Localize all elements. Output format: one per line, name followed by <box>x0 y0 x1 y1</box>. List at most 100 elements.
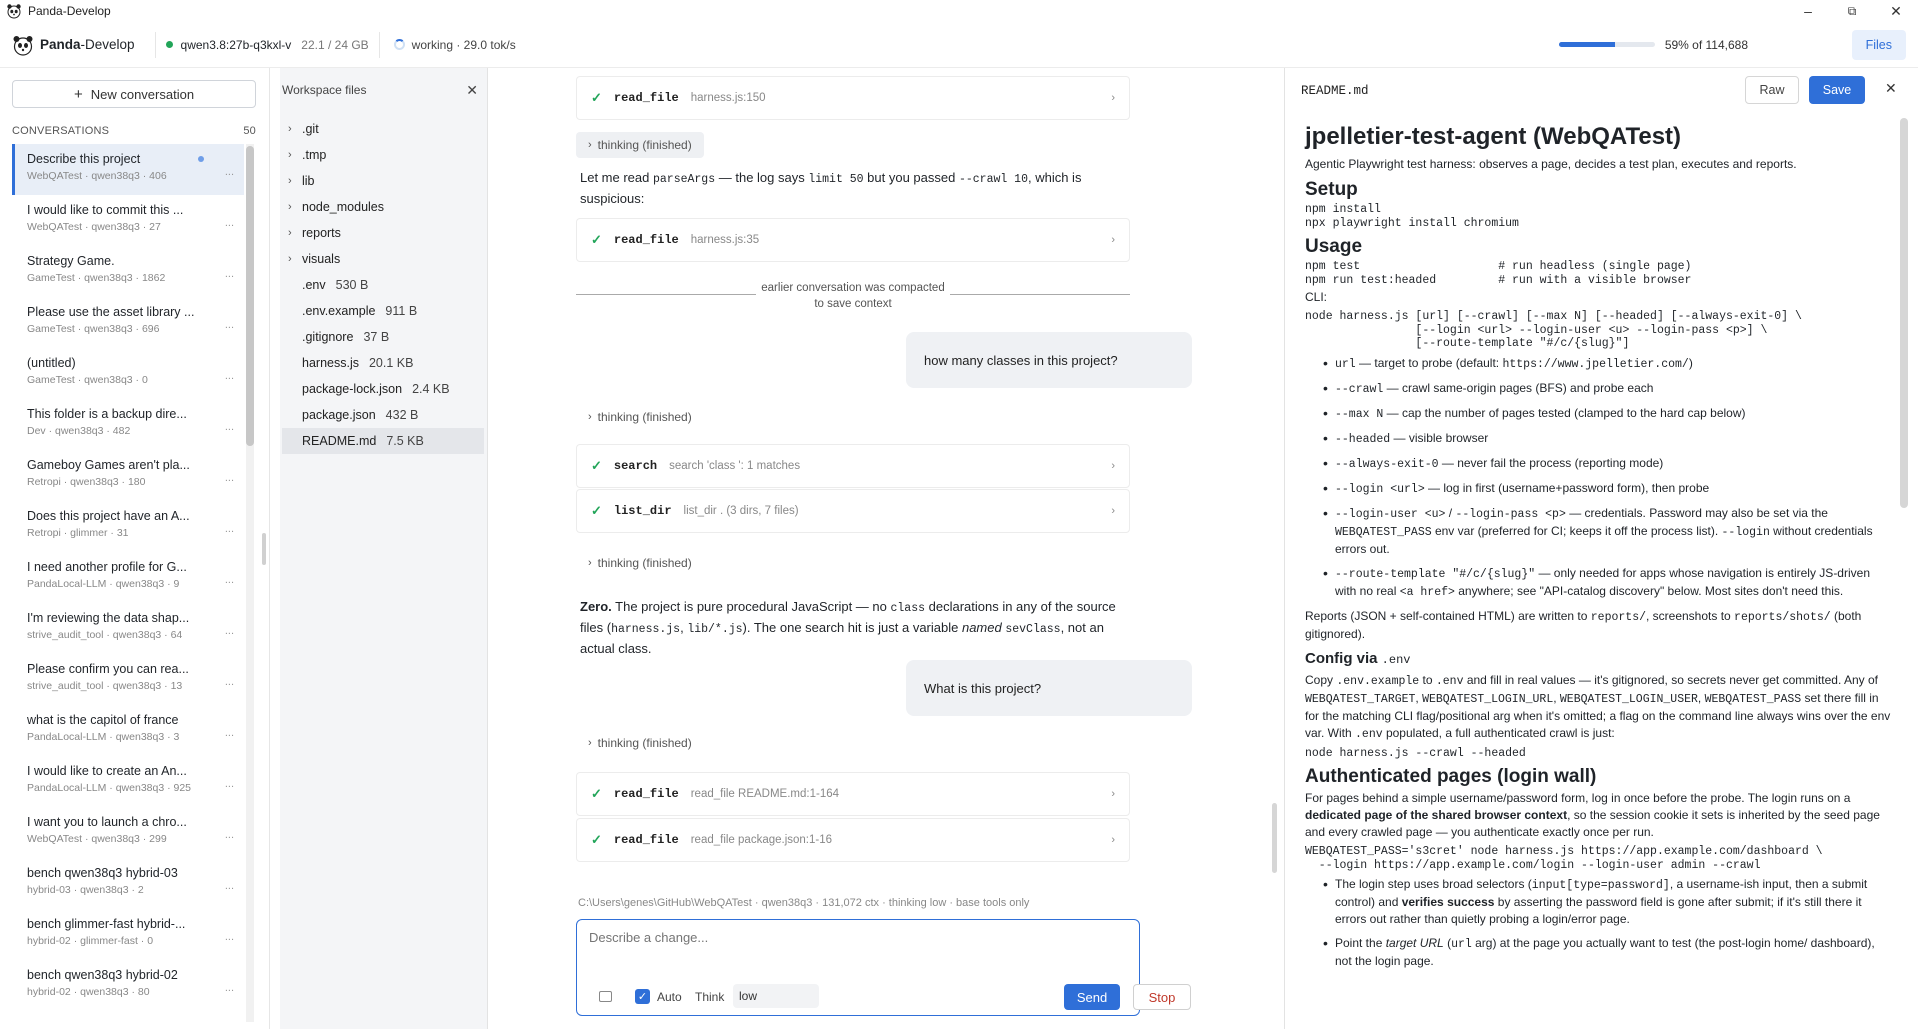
conversation-item[interactable]: bench glimmer-fast hybrid-... hybrid-02 ·… <box>12 909 244 960</box>
file-item[interactable]: harness.js 20.1 KB <box>282 350 484 376</box>
close-window-button[interactable]: ✕ <box>1874 0 1918 22</box>
file-size: 432 B <box>385 408 419 422</box>
tool-name: list_dir <box>613 504 672 518</box>
folder-name: lib <box>302 174 315 188</box>
conversation-meta: hybrid-03 · qwen38q3 · 2 <box>27 884 144 896</box>
thinking-toggle-2[interactable]: › thinking (finished) <box>576 404 704 430</box>
files-toggle-button[interactable]: Files <box>1851 30 1906 60</box>
file-item[interactable]: package.json 432 B <box>282 402 484 428</box>
list-item: --login-user <u> / --login-pass <p> — cr… <box>1323 505 1891 558</box>
conversation-item[interactable]: Please confirm you can rea... strive_audi… <box>12 654 244 705</box>
more-options-icon[interactable]: ... <box>225 931 234 943</box>
more-options-icon[interactable]: ... <box>225 523 234 535</box>
folder-item[interactable]: › .tmp <box>282 142 484 168</box>
chevron-right-icon: › <box>1111 460 1115 472</box>
more-options-icon[interactable]: ... <box>225 166 234 178</box>
conversation-item[interactable]: I'm reviewing the data shap... strive_aud… <box>12 603 244 654</box>
file-tree: › .git › .tmp › lib › node_modules › reports › visu… <box>282 116 484 454</box>
thinking-toggle-3[interactable]: › thinking (finished) <box>576 550 704 576</box>
thinking-toggle-4[interactable]: › thinking (finished) <box>576 730 704 756</box>
conversation-item[interactable]: I would like to create an An... PandaLoca… <box>12 756 244 807</box>
file-item[interactable]: .env 530 B <box>282 272 484 298</box>
more-options-icon[interactable]: ... <box>225 574 234 586</box>
conversation-title: bench glimmer-fast hybrid-... <box>27 917 186 931</box>
save-button[interactable]: Save <box>1809 76 1865 104</box>
folder-item[interactable]: › node_modules <box>282 194 484 220</box>
conversation-meta: WebQATest · qwen38q3 · 27 <box>27 221 161 233</box>
more-options-icon[interactable]: ... <box>225 319 234 331</box>
conversation-sidebar: + New conversation CONVERSATIONS 50 Desc… <box>0 68 270 1029</box>
tool-call-list-dir[interactable]: ✓ list_dir list_dir . (3 dirs, 7 files) … <box>576 489 1130 533</box>
conversation-item[interactable]: what is the capitol of france PandaLocal-… <box>12 705 244 756</box>
more-options-icon[interactable]: ... <box>225 982 234 994</box>
more-options-icon[interactable]: ... <box>225 421 234 433</box>
minimize-button[interactable]: – <box>1786 0 1830 22</box>
file-item[interactable]: README.md 7.5 KB <box>282 428 484 454</box>
conversation-item[interactable]: Please use the asset library ... GameTest… <box>12 297 244 348</box>
folder-item[interactable]: › .git <box>282 116 484 142</box>
raw-button[interactable]: Raw <box>1745 76 1799 104</box>
tool-call-read-file-1[interactable]: ✓ read_file harness.js:150 › <box>576 76 1130 120</box>
close-preview-icon[interactable]: ✕ <box>1885 80 1897 97</box>
folder-item[interactable]: › reports <box>282 220 484 246</box>
list-item: Point the target URL (url arg) at the pa… <box>1323 935 1891 970</box>
new-conversation-button[interactable]: + New conversation <box>12 80 256 108</box>
file-item[interactable]: package-lock.json 2.4 KB <box>282 376 484 402</box>
model-selector[interactable]: qwen3.8:27b-q3kxl-v 22.1 / 24 GB <box>154 31 380 58</box>
conversation-item[interactable]: Describe this project WebQATest · qwen38q… <box>12 144 244 195</box>
tool-call-read-file-4[interactable]: ✓ read_file read_file package.json:1-16 … <box>576 818 1130 862</box>
tool-args: list_dir . (3 dirs, 7 files) <box>683 505 799 517</box>
chat-pane: ✓ read_file harness.js:150 › › thinking … <box>492 68 1284 1029</box>
more-options-icon[interactable]: ... <box>225 727 234 739</box>
conversation-item[interactable]: Strategy Game. GameTest · qwen38q3 · 1862… <box>12 246 244 297</box>
file-item[interactable]: .gitignore 37 B <box>282 324 484 350</box>
file-size: 2.4 KB <box>412 382 450 396</box>
more-options-icon[interactable]: ... <box>225 778 234 790</box>
conversations-count: 50 <box>243 125 256 137</box>
file-size: 911 B <box>385 304 418 318</box>
app-header: Panda-Develop qwen3.8:27b-q3kxl-v 22.1 /… <box>0 22 1918 68</box>
conversation-item[interactable]: (untitled) GameTest · qwen38q3 · 0... <box>12 348 244 399</box>
assistant-message-1: Let me read parseArgs — the log says lim… <box>580 170 1082 206</box>
conversation-item[interactable]: I want you to launch a chro... WebQATest … <box>12 807 244 858</box>
conversation-title: This folder is a backup dire... <box>27 407 187 421</box>
conversation-item[interactable]: bench qwen38q3 hybrid-03 hybrid-03 · qwen… <box>12 858 244 909</box>
more-options-icon[interactable]: ... <box>225 268 234 280</box>
file-item[interactable]: .env.example 911 B <box>282 298 484 324</box>
conversation-item[interactable]: I would like to commit this ... WebQATest… <box>12 195 244 246</box>
send-button[interactable]: Send <box>1064 984 1120 1010</box>
conversation-item[interactable]: bench qwen38q3 hybrid-02 hybrid-02 · qwen… <box>12 960 244 1011</box>
tool-call-read-file-3[interactable]: ✓ read_file read_file README.md:1-164 › <box>576 772 1130 816</box>
more-options-icon[interactable]: ... <box>225 472 234 484</box>
more-options-icon[interactable]: ... <box>225 370 234 382</box>
sidebar-resize-handle[interactable] <box>262 533 266 565</box>
config-heading: Config via .env <box>1305 649 1411 667</box>
tool-call-search[interactable]: ✓ search search 'class ': 1 matches › <box>576 444 1130 488</box>
folder-item[interactable]: › lib <box>282 168 484 194</box>
image-attach-icon[interactable] <box>599 991 612 1002</box>
context-progress-fill <box>1558 42 1616 47</box>
tool-call-read-file-2[interactable]: ✓ read_file harness.js:35 › <box>576 218 1130 262</box>
maximize-button[interactable]: ⧉ <box>1830 0 1874 22</box>
stop-button[interactable]: Stop <box>1133 984 1191 1010</box>
more-options-icon[interactable]: ... <box>225 829 234 841</box>
folder-item[interactable]: › visuals <box>282 246 484 272</box>
more-options-icon[interactable]: ... <box>225 217 234 229</box>
conversation-item[interactable]: Gameboy Games aren't pla... Retropi · qwe… <box>12 450 244 501</box>
conversation-item[interactable]: Does this project have an A... Retropi · … <box>12 501 244 552</box>
conversation-title: (untitled) <box>27 356 76 370</box>
preview-scrollbar-thumb[interactable] <box>1900 118 1908 508</box>
message-input[interactable] <box>589 930 1119 970</box>
chevron-right-icon: › <box>1111 834 1115 846</box>
think-level-select[interactable]: low <box>733 984 819 1008</box>
auto-checkbox[interactable]: ✓ <box>635 989 650 1004</box>
close-files-icon[interactable]: ✕ <box>466 82 478 99</box>
thinking-toggle-1[interactable]: › thinking (finished) <box>576 132 704 158</box>
more-options-icon[interactable]: ... <box>225 625 234 637</box>
chat-resize-handle[interactable] <box>1272 803 1277 873</box>
more-options-icon[interactable]: ... <box>225 880 234 892</box>
more-options-icon[interactable]: ... <box>225 676 234 688</box>
conversation-item[interactable]: I need another profile for G... PandaLoca… <box>12 552 244 603</box>
conversation-item[interactable]: This folder is a backup dire... Dev · qwe… <box>12 399 244 450</box>
sidebar-scrollbar-thumb[interactable] <box>246 146 254 446</box>
